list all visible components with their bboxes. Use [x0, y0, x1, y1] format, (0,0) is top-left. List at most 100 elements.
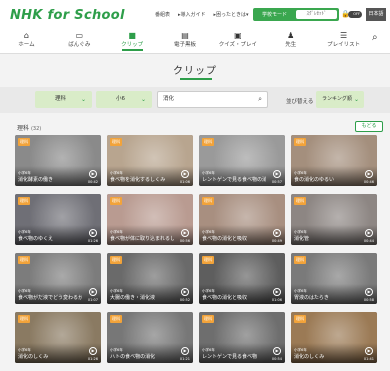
clip-card[interactable]: 理科 小学6年 ハトの食べ物の消化 ▶ 01:21: [107, 312, 193, 363]
clip-duration: 01:26: [87, 357, 98, 361]
nav-quiz[interactable]: ▣ クイズ・プレイ: [211, 27, 264, 51]
playlist-icon: ☰: [340, 30, 348, 40]
clip-card[interactable]: 理科 小学6年 食べ物のゆくえ ▶ 01:26: [15, 194, 101, 245]
nav-blackboard[interactable]: ▤ 電子黒板: [159, 27, 212, 51]
clip-duration: 00:58: [363, 298, 374, 302]
clip-card[interactable]: 理科 小学6年 食べ物がだ液でどう変わるか ▶ 01:07: [15, 253, 101, 304]
clip-title: 消化のしくみ: [18, 354, 49, 360]
subject-badge: 理科: [202, 256, 214, 264]
clip-title: レントゲンで見る食べ物: [202, 354, 258, 360]
clip-duration: 01:26: [87, 239, 98, 243]
clip-title: 消化酵素の働き: [18, 177, 54, 183]
play-icon[interactable]: ▶: [181, 170, 189, 178]
top-link-guide[interactable]: ▸導入ガイド: [178, 11, 206, 18]
clip-card[interactable]: 理科 小学6年 レントゲンで見る食べ物の消… ▶ 00:57: [199, 135, 285, 186]
nav-playlist[interactable]: ☰ プレイリスト: [317, 27, 370, 51]
play-icon[interactable]: ▶: [181, 347, 189, 355]
play-icon[interactable]: ▶: [181, 288, 189, 296]
clip-card[interactable]: 理科 小学6年 レントゲンで見る食べ物 ▶ 00:54: [199, 312, 285, 363]
top-link-help[interactable]: ▸困ったときは▾: [214, 11, 249, 18]
sort-select-value: ランキング順: [322, 96, 352, 102]
nav-label: クリップ: [121, 41, 144, 48]
clip-card[interactable]: 理科 小学6年 食の消化のゆるい ▶ 00:46: [291, 135, 377, 186]
play-icon[interactable]: ▶: [273, 229, 281, 237]
clip-title: 食べ物の消化と吸収: [202, 295, 248, 301]
clip-title: 胃液のはたらき: [294, 295, 329, 301]
play-icon[interactable]: ▶: [89, 347, 97, 355]
title-underline: [180, 78, 212, 80]
nav-label: 電子黒板: [174, 41, 197, 48]
nav-label: プレイリスト: [327, 41, 361, 48]
search-icon[interactable]: ⌕: [372, 32, 378, 43]
nav-home[interactable]: ⌂ ホーム: [0, 27, 53, 51]
play-icon[interactable]: ▶: [89, 288, 97, 296]
subject-badge: 理科: [110, 138, 122, 146]
sort-select[interactable]: ランキング順 ⌄: [316, 91, 364, 108]
clip-card[interactable]: 理科 小学6年 消化酵素の働き ▶ 00:42: [15, 135, 101, 186]
clip-duration: 00:44: [363, 239, 374, 243]
subject-badge: 理科: [294, 315, 306, 323]
keyword-input[interactable]: 消化 ⌕: [157, 91, 268, 108]
play-icon[interactable]: ▶: [365, 288, 373, 296]
search-icon[interactable]: ⌕: [258, 92, 262, 107]
home-icon: ⌂: [23, 30, 29, 40]
nav-programs[interactable]: ▭ ばんぐみ: [53, 27, 106, 51]
subject-badge: 理科: [18, 197, 30, 205]
top-link-schedule[interactable]: 番組表: [155, 11, 170, 18]
other-mode-button[interactable]: ｽｸﾞﾚｾｯﾄﾞ: [296, 10, 337, 19]
chevron-down-icon: ⌄: [80, 96, 86, 103]
subject-badge: 理科: [294, 197, 306, 205]
clip-duration: 00:54: [271, 357, 282, 361]
play-icon[interactable]: ▶: [365, 170, 373, 178]
clip-duration: 00:42: [87, 180, 98, 184]
page: NHK for School 番組表 ▸導入ガイド ▸困ったときは▾ 学校モード…: [0, 0, 390, 371]
clip-card[interactable]: 理科小学6年食べ物が体に取り込まれるしくみ▶00:56: [107, 194, 193, 245]
top-links: 番組表 ▸導入ガイド ▸困ったときは▾: [155, 11, 249, 18]
clip-duration: 01:41: [363, 357, 374, 361]
clip-title: 大腸の働き・消化液: [110, 295, 156, 301]
subject-select[interactable]: 理科 ⌄: [35, 91, 92, 108]
play-icon[interactable]: ▶: [181, 229, 189, 237]
clip-duration: 01:21: [179, 357, 190, 361]
clip-card[interactable]: 理科 小学6年 消化のしくみ ▶ 01:41: [291, 312, 377, 363]
subject-badge: 理科: [110, 197, 122, 205]
language-button[interactable]: 日本語: [366, 8, 386, 21]
ebook-icon: ▤: [181, 30, 189, 40]
header: NHK for School 番組表 ▸導入ガイド ▸困ったときは▾ 学校モード…: [0, 0, 390, 54]
nav-clip[interactable]: ■ クリップ: [106, 27, 159, 51]
lock-toggle[interactable]: OFF: [348, 11, 362, 18]
keyword-value: 消化: [163, 96, 175, 102]
play-icon[interactable]: ▶: [273, 288, 281, 296]
clip-card[interactable]: 理科 小学6年 食べ物の消化と吸収 ▶ 01:06: [199, 253, 285, 304]
main-nav: ⌂ ホーム ▭ ばんぐみ ■ クリップ ▤ 電子黒板 ▣ クイズ・プレイ ♟ 先…: [0, 27, 370, 51]
clip-title: ハトの食べ物の消化: [110, 354, 156, 360]
play-icon[interactable]: ▶: [365, 347, 373, 355]
school-mode-button[interactable]: 学校モード: [255, 11, 294, 18]
play-icon[interactable]: ▶: [273, 347, 281, 355]
subject-badge: 理科: [294, 256, 306, 264]
grade-select-value: 小6: [116, 96, 125, 102]
result-subject: 理科: [17, 125, 30, 132]
nav-teacher[interactable]: ♟ 先生: [264, 27, 317, 51]
play-icon[interactable]: ▶: [89, 170, 97, 178]
nhk-logo[interactable]: NHK for School: [10, 8, 125, 23]
subject-badge: 理科: [294, 138, 306, 146]
clip-card[interactable]: 理科 小学6年 食べ物の消化と吸収 ▶ 00:49: [199, 194, 285, 245]
clip-card[interactable]: 理科 小学6年 大腸の働き・消化液 ▶ 00:52: [107, 253, 193, 304]
clip-card[interactable]: 理科 小学6年 消化のしくみ ▶ 01:26: [15, 312, 101, 363]
clip-title: 食べ物が体に取り込まれるしくみ: [110, 236, 174, 242]
back-button[interactable]: もどる: [355, 121, 383, 132]
clip-title: 食べ物がだ液でどう変わるか: [18, 295, 82, 301]
clip-duration: 00:49: [271, 239, 282, 243]
clip-title: 消化のしくみ: [294, 354, 325, 360]
subject-badge: 理科: [202, 197, 214, 205]
play-icon[interactable]: ▶: [365, 229, 373, 237]
subject-badge: 理科: [202, 138, 214, 146]
play-icon[interactable]: ▶: [273, 170, 281, 178]
clip-title: 食の消化のゆるい: [294, 177, 335, 183]
clip-card[interactable]: 理科 小学6年 食べ物を消化するしくみ ▶ 01:06: [107, 135, 193, 186]
clip-card[interactable]: 理科 小学6年 消化管 ▶ 00:44: [291, 194, 377, 245]
grade-select[interactable]: 小6 ⌄: [96, 91, 152, 108]
clip-card[interactable]: 理科 小学6年 胃液のはたらき ▶ 00:58: [291, 253, 377, 304]
play-icon[interactable]: ▶: [89, 229, 97, 237]
